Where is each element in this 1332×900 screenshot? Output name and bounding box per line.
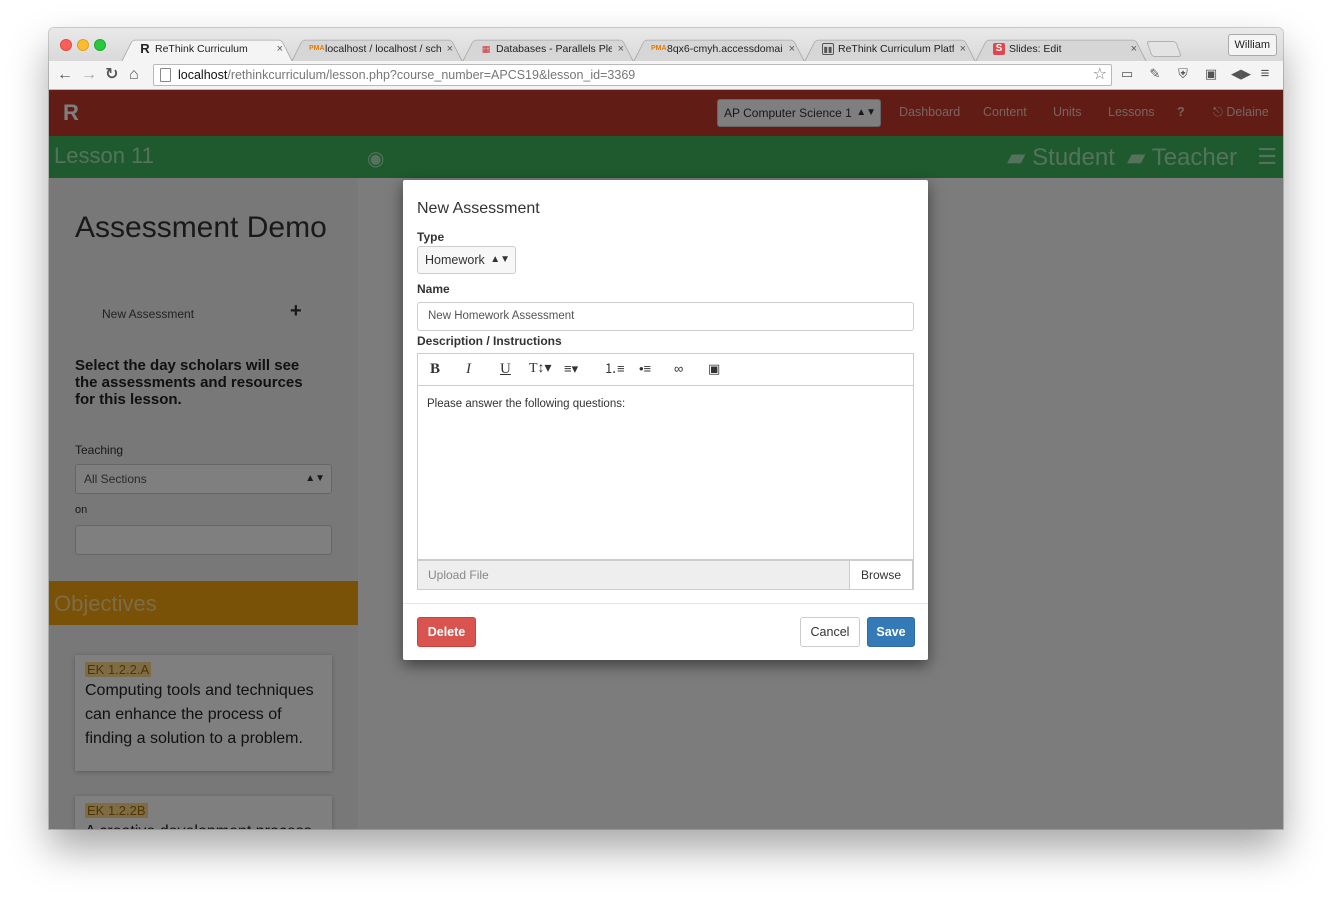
- browser-tab-slides[interactable]: S Slides: Edit ×: [975, 36, 1147, 62]
- select-arrows-icon: ▲▼: [490, 254, 510, 265]
- browser-tab-platform[interactable]: ▮▮ ReThink Curriculum Platform ×: [804, 36, 976, 62]
- audio-icon[interactable]: ◀▶: [1231, 66, 1251, 82]
- trello-favicon-icon: ▮▮: [822, 43, 834, 55]
- tab-title: Slides: Edit: [1009, 43, 1062, 55]
- browser-tab-plesk[interactable]: ▦ Databases - Parallels Plesk ×: [462, 36, 634, 62]
- profile-button[interactable]: William: [1227, 34, 1277, 56]
- slides-favicon-icon: S: [993, 43, 1005, 55]
- name-input[interactable]: New Homework Assessment: [417, 302, 914, 331]
- new-tab-button[interactable]: [1146, 41, 1182, 57]
- tab-title: 8qx6-cmyh.accessdomain.c: [667, 43, 783, 55]
- minimize-window-button[interactable]: [77, 39, 89, 51]
- close-tab-icon[interactable]: ×: [789, 43, 795, 55]
- phpmyadmin-favicon-icon: PMA: [651, 45, 667, 52]
- phpmyadmin-favicon-icon: PMA: [309, 45, 325, 52]
- close-tab-icon[interactable]: ×: [960, 43, 966, 55]
- image-icon[interactable]: ▣: [708, 360, 720, 378]
- browser-tab-phpmyadmin[interactable]: PMA localhost / localhost / schoo ×: [291, 36, 463, 62]
- link-icon[interactable]: ∞: [674, 360, 683, 378]
- reload-icon[interactable]: ↻: [105, 66, 118, 84]
- save-button[interactable]: Save: [867, 617, 915, 647]
- browser-window: R ReThink Curriculum × PMA localhost / l…: [49, 28, 1283, 829]
- modal-title: New Assessment: [417, 200, 540, 217]
- delete-button[interactable]: Delete: [417, 617, 476, 647]
- ordered-list-icon[interactable]: ⒈≡: [604, 360, 625, 378]
- menu-icon[interactable]: ≡: [1257, 66, 1273, 82]
- tab-title: ReThink Curriculum Platform: [838, 43, 954, 55]
- description-label: Description / Instructions: [417, 334, 562, 348]
- align-icon[interactable]: ≡▾: [564, 360, 578, 378]
- underline-icon[interactable]: U: [500, 360, 511, 378]
- close-tab-icon[interactable]: ×: [1131, 43, 1137, 55]
- bold-icon[interactable]: B: [430, 360, 440, 378]
- tab-title: Databases - Parallels Plesk: [496, 43, 612, 55]
- type-select[interactable]: Homework ▲▼: [417, 246, 516, 274]
- type-label: Type: [417, 230, 445, 244]
- name-label: Name: [417, 282, 450, 296]
- italic-icon[interactable]: I: [466, 360, 471, 378]
- url-host: localhost: [178, 68, 228, 82]
- close-window-button[interactable]: [60, 39, 72, 51]
- browse-button[interactable]: Browse: [849, 560, 913, 590]
- close-tab-icon[interactable]: ×: [447, 43, 453, 55]
- eyedropper-icon[interactable]: ✎: [1147, 66, 1163, 82]
- browser-toolbar: ← → ↻ ⌂ localhost/rethinkcurriculum/less…: [49, 61, 1283, 90]
- editor-body[interactable]: Please answer the following questions:: [427, 398, 625, 410]
- font-size-icon[interactable]: T↕▾: [529, 360, 552, 378]
- ublock-icon[interactable]: ⛨: [1175, 66, 1191, 82]
- database-favicon-icon: ▦: [481, 44, 491, 54]
- cancel-button[interactable]: Cancel: [800, 617, 860, 647]
- cast-icon[interactable]: ▭: [1119, 66, 1135, 82]
- page-icon: [160, 68, 171, 82]
- upload-placeholder: Upload File: [428, 568, 489, 582]
- browser-tab-rethink[interactable]: R ReThink Curriculum ×: [121, 36, 293, 62]
- new-assessment-modal: New Assessment Type Homework ▲▼ Name New…: [403, 180, 928, 660]
- unordered-list-icon[interactable]: •≡: [639, 360, 651, 378]
- tab-strip: R ReThink Curriculum × PMA localhost / l…: [49, 28, 1283, 61]
- app-viewport: R AP Computer Science 1 ▲▼ Dashboard Con…: [49, 90, 1283, 829]
- url-path: /rethinkcurriculum/lesson.php?course_num…: [227, 68, 636, 82]
- close-tab-icon[interactable]: ×: [277, 43, 283, 55]
- back-arrow-icon[interactable]: ←: [57, 66, 73, 84]
- tab-title: localhost / localhost / schoo: [325, 43, 441, 55]
- modal-footer-divider: [403, 603, 928, 604]
- home-icon[interactable]: ⌂: [129, 66, 139, 84]
- close-tab-icon[interactable]: ×: [618, 43, 624, 55]
- editor-toolbar: B I U T↕▾ ≡▾ ⒈≡ •≡ ∞ ▣: [418, 354, 913, 386]
- upload-file-field[interactable]: Upload File Browse: [417, 560, 914, 590]
- bookmark-star-icon[interactable]: ☆: [1093, 65, 1107, 85]
- browser-tab-accessdomain[interactable]: PMA 8qx6-cmyh.accessdomain.c ×: [633, 36, 805, 62]
- extension-icon[interactable]: ▣: [1203, 66, 1219, 82]
- address-bar[interactable]: localhost/rethinkcurriculum/lesson.php?c…: [153, 64, 1112, 86]
- tab-title: ReThink Curriculum: [155, 43, 248, 55]
- description-editor[interactable]: B I U T↕▾ ≡▾ ⒈≡ •≡ ∞ ▣ Please answer the…: [417, 353, 914, 560]
- rethink-favicon-icon: R: [140, 41, 150, 56]
- zoom-window-button[interactable]: [94, 39, 106, 51]
- forward-arrow-icon[interactable]: →: [81, 66, 97, 84]
- type-select-value: Homework: [425, 253, 485, 267]
